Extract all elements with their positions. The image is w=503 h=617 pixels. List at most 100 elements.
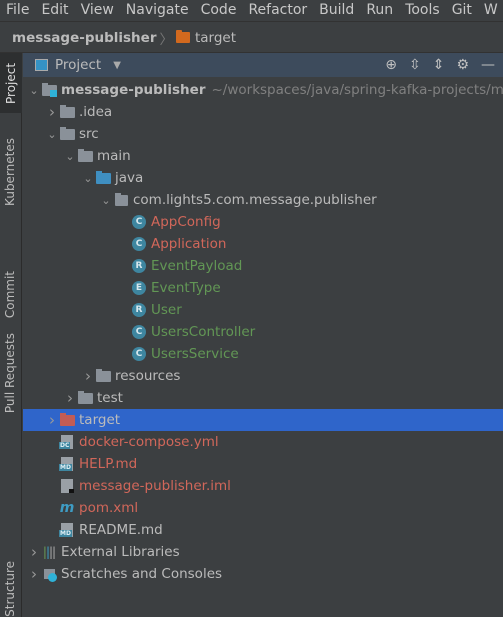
tree-item-label: UsersController xyxy=(151,324,256,340)
tree-item[interactable]: › .idea xyxy=(23,101,503,123)
menu-tools[interactable]: Tools xyxy=(399,0,446,21)
tree-item[interactable]: E EventType xyxy=(23,277,503,299)
tree-item-label: pom.xml xyxy=(79,500,139,516)
tree-item[interactable]: C Application xyxy=(23,233,503,255)
menu-navigate[interactable]: Navigate xyxy=(120,0,195,21)
tree-item-label: test xyxy=(97,390,123,406)
menu-view[interactable]: View xyxy=(75,0,120,21)
tree-item-label: main xyxy=(97,148,131,164)
file-icon: MD xyxy=(59,523,75,537)
locate-icon[interactable]: ⊕ xyxy=(385,57,397,73)
side-tab-commit[interactable]: Commit xyxy=(3,271,17,318)
chevron-right-icon[interactable]: › xyxy=(45,411,59,429)
menu-code[interactable]: Code xyxy=(195,0,243,21)
file-icon: DC xyxy=(59,435,75,449)
tree-item[interactable]: DC docker-compose.yml xyxy=(23,431,503,453)
tree-item-label: UsersService xyxy=(151,346,239,362)
side-tab-pull-requests[interactable]: Pull Requests xyxy=(3,333,17,413)
side-tab-project[interactable]: Project xyxy=(0,53,22,113)
maven-icon-part: m xyxy=(59,500,75,516)
tree-item[interactable]: C AppConfig xyxy=(23,211,503,233)
module-icon-part xyxy=(50,90,57,97)
menu-run[interactable]: Run xyxy=(360,0,399,21)
tree-item[interactable]: m pom.xml xyxy=(23,497,503,519)
tree-item[interactable]: ⌄ com.lights5.com.message.publisher xyxy=(23,189,503,211)
left-tool-strip: Project Kubernetes Commit Pull Requests … xyxy=(0,53,22,617)
tree-item[interactable]: MD HELP.md xyxy=(23,453,503,475)
tree-item[interactable]: C UsersController xyxy=(23,321,503,343)
side-tab-structure[interactable]: Structure xyxy=(3,561,17,617)
menu-build[interactable]: Build xyxy=(313,0,360,21)
tree-item[interactable]: ⌄ src xyxy=(23,123,503,145)
breadcrumb-folder[interactable]: target xyxy=(195,30,236,46)
folder-icon xyxy=(77,390,93,405)
tree-item[interactable]: › resources xyxy=(23,365,503,387)
enum-icon: E xyxy=(131,281,147,295)
folder-icon xyxy=(59,104,75,119)
folder-icon-part xyxy=(77,148,93,162)
folder-icon xyxy=(77,148,93,163)
tree-item-label: HELP.md xyxy=(79,456,138,472)
chevron-right-icon[interactable]: › xyxy=(27,565,41,583)
chevron-right-icon[interactable]: › xyxy=(63,389,77,407)
tree-item-label: .idea xyxy=(79,104,113,120)
module-icon xyxy=(41,82,57,97)
file-icon-part xyxy=(69,489,74,493)
chevron-right-icon[interactable]: › xyxy=(81,367,95,385)
package-icon xyxy=(113,192,129,207)
folder-icon-part xyxy=(77,390,93,404)
project-tree: ⌄ message-publisher ~/workspaces/java/spri… xyxy=(23,79,503,585)
class-icon-part: C xyxy=(132,237,146,251)
expand-all-icon[interactable]: ⇳ xyxy=(409,57,421,73)
side-tab-kubernetes[interactable]: Kubernetes xyxy=(3,138,17,206)
record-icon-part: R xyxy=(132,259,146,273)
record-icon: R xyxy=(131,259,147,273)
class-icon-part: C xyxy=(132,347,146,361)
tree-item-label: README.md xyxy=(79,522,163,538)
minimize-icon[interactable]: — xyxy=(481,57,495,73)
tree-item[interactable]: › Scratches and Consoles xyxy=(23,563,503,585)
collapse-all-icon[interactable]: ⇕ xyxy=(433,57,445,73)
breadcrumb-separator: 〉 xyxy=(159,31,173,48)
menu-w[interactable]: W xyxy=(478,0,503,21)
tree-item[interactable]: MD README.md xyxy=(23,519,503,541)
tree-item[interactable]: ⌄ java xyxy=(23,167,503,189)
folder-icon xyxy=(95,368,111,383)
tree-item[interactable]: ⌄ message-publisher ~/workspaces/java/spri… xyxy=(23,79,503,101)
source-folder-icon-part xyxy=(95,170,111,184)
tree-item[interactable]: › target xyxy=(23,409,503,431)
chevron-down-icon[interactable]: ⌄ xyxy=(27,84,41,97)
libraries-icon: |||| xyxy=(41,545,57,559)
panel-title[interactable]: Project xyxy=(55,57,101,73)
tree-item-label: src xyxy=(79,126,99,142)
tree-item[interactable]: message-publisher.iml xyxy=(23,475,503,497)
tree-item[interactable]: › test xyxy=(23,387,503,409)
project-window-icon xyxy=(35,59,48,71)
tree-item-label: com.lights5.com.message.publisher xyxy=(133,192,377,208)
menu-edit[interactable]: Edit xyxy=(35,0,74,21)
tree-item[interactable]: R EventPayload xyxy=(23,255,503,277)
tree-item[interactable]: R User xyxy=(23,299,503,321)
gear-icon[interactable]: ⚙ xyxy=(456,57,469,73)
folder-icon xyxy=(175,30,190,43)
breadcrumb: message-publisher 〉 target xyxy=(0,23,503,53)
file-icon-part: DC xyxy=(59,435,73,449)
chevron-down-icon[interactable]: ▼ xyxy=(113,60,121,71)
tree-item[interactable]: › |||| External Libraries xyxy=(23,541,503,563)
tree-item[interactable]: ⌄ main xyxy=(23,145,503,167)
record-icon: R xyxy=(131,303,147,317)
menu-refactor[interactable]: Refactor xyxy=(242,0,313,21)
chevron-right-icon[interactable]: › xyxy=(27,543,41,561)
menu-git[interactable]: Git xyxy=(446,0,478,21)
tree-item-label: Application xyxy=(151,236,227,252)
chevron-down-icon[interactable]: ⌄ xyxy=(99,194,113,207)
chevron-right-icon[interactable]: › xyxy=(45,103,59,121)
tree-item-label: java xyxy=(115,170,144,186)
chevron-down-icon[interactable]: ⌄ xyxy=(63,150,77,163)
tree-item[interactable]: C UsersService xyxy=(23,343,503,365)
chevron-down-icon[interactable]: ⌄ xyxy=(81,172,95,185)
menu-file[interactable]: File xyxy=(0,0,35,21)
chevron-down-icon[interactable]: ⌄ xyxy=(45,128,59,141)
tree-item-label: docker-compose.yml xyxy=(79,434,219,450)
breadcrumb-project[interactable]: message-publisher xyxy=(12,30,156,46)
